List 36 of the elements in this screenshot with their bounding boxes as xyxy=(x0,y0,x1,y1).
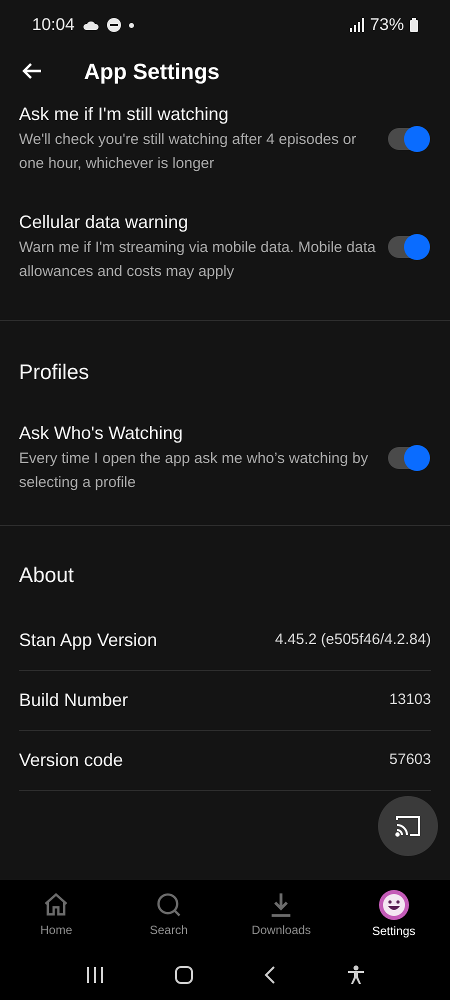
battery-percentage: 73% xyxy=(370,14,404,36)
info-value: 13103 xyxy=(389,690,431,710)
setting-description: Every time I open the app ask me who’s watching by selecting a profile xyxy=(19,448,370,492)
setting-title: Ask me if I'm still watching xyxy=(19,103,230,126)
recent-apps-icon[interactable] xyxy=(86,966,104,984)
info-value: 4.45.2 (e505f46/4.2.84) xyxy=(275,630,431,650)
toggle-switch[interactable] xyxy=(388,446,428,468)
cloud-icon xyxy=(82,20,99,30)
cast-icon xyxy=(395,815,421,837)
section-heading: About xyxy=(18,562,75,588)
toggle-switch[interactable] xyxy=(388,128,428,150)
info-label: Stan App Version xyxy=(19,629,158,652)
back-icon[interactable] xyxy=(264,966,276,984)
dot-icon xyxy=(128,22,134,28)
nav-tab[interactable]: Settings xyxy=(338,890,450,940)
home-button-icon[interactable] xyxy=(174,966,192,984)
status-time: 10:04 xyxy=(32,14,75,36)
signal-icon xyxy=(350,18,364,32)
accessibility-icon[interactable] xyxy=(346,965,364,985)
toggle-switch[interactable] xyxy=(388,236,428,258)
page-title: App Settings xyxy=(84,58,220,86)
setting-description: We'll check you're still watching after 4 episodes or one hour, whichever is longer xyxy=(19,130,358,174)
info-label: Build Number xyxy=(19,689,128,712)
section-heading: Profiles xyxy=(18,360,90,386)
setting-description: Warn me if I'm streaming via mobile data. Mobile data allowances and costs may apply xyxy=(19,238,377,282)
setting-title: Cellular data warning xyxy=(19,211,190,234)
smiley-avatar-icon xyxy=(378,890,409,920)
nav-tab[interactable]: Downloads xyxy=(225,891,338,939)
search-icon xyxy=(154,891,183,919)
nav-tab[interactable]: Search xyxy=(112,891,225,939)
info-value: 57603 xyxy=(389,750,431,770)
nav-tab[interactable]: Home xyxy=(0,891,112,939)
info-label: Version code xyxy=(19,749,124,772)
do-not-disturb-icon xyxy=(106,18,121,32)
setting-title: Ask Who's Watching xyxy=(19,422,184,444)
battery-icon xyxy=(410,18,418,32)
